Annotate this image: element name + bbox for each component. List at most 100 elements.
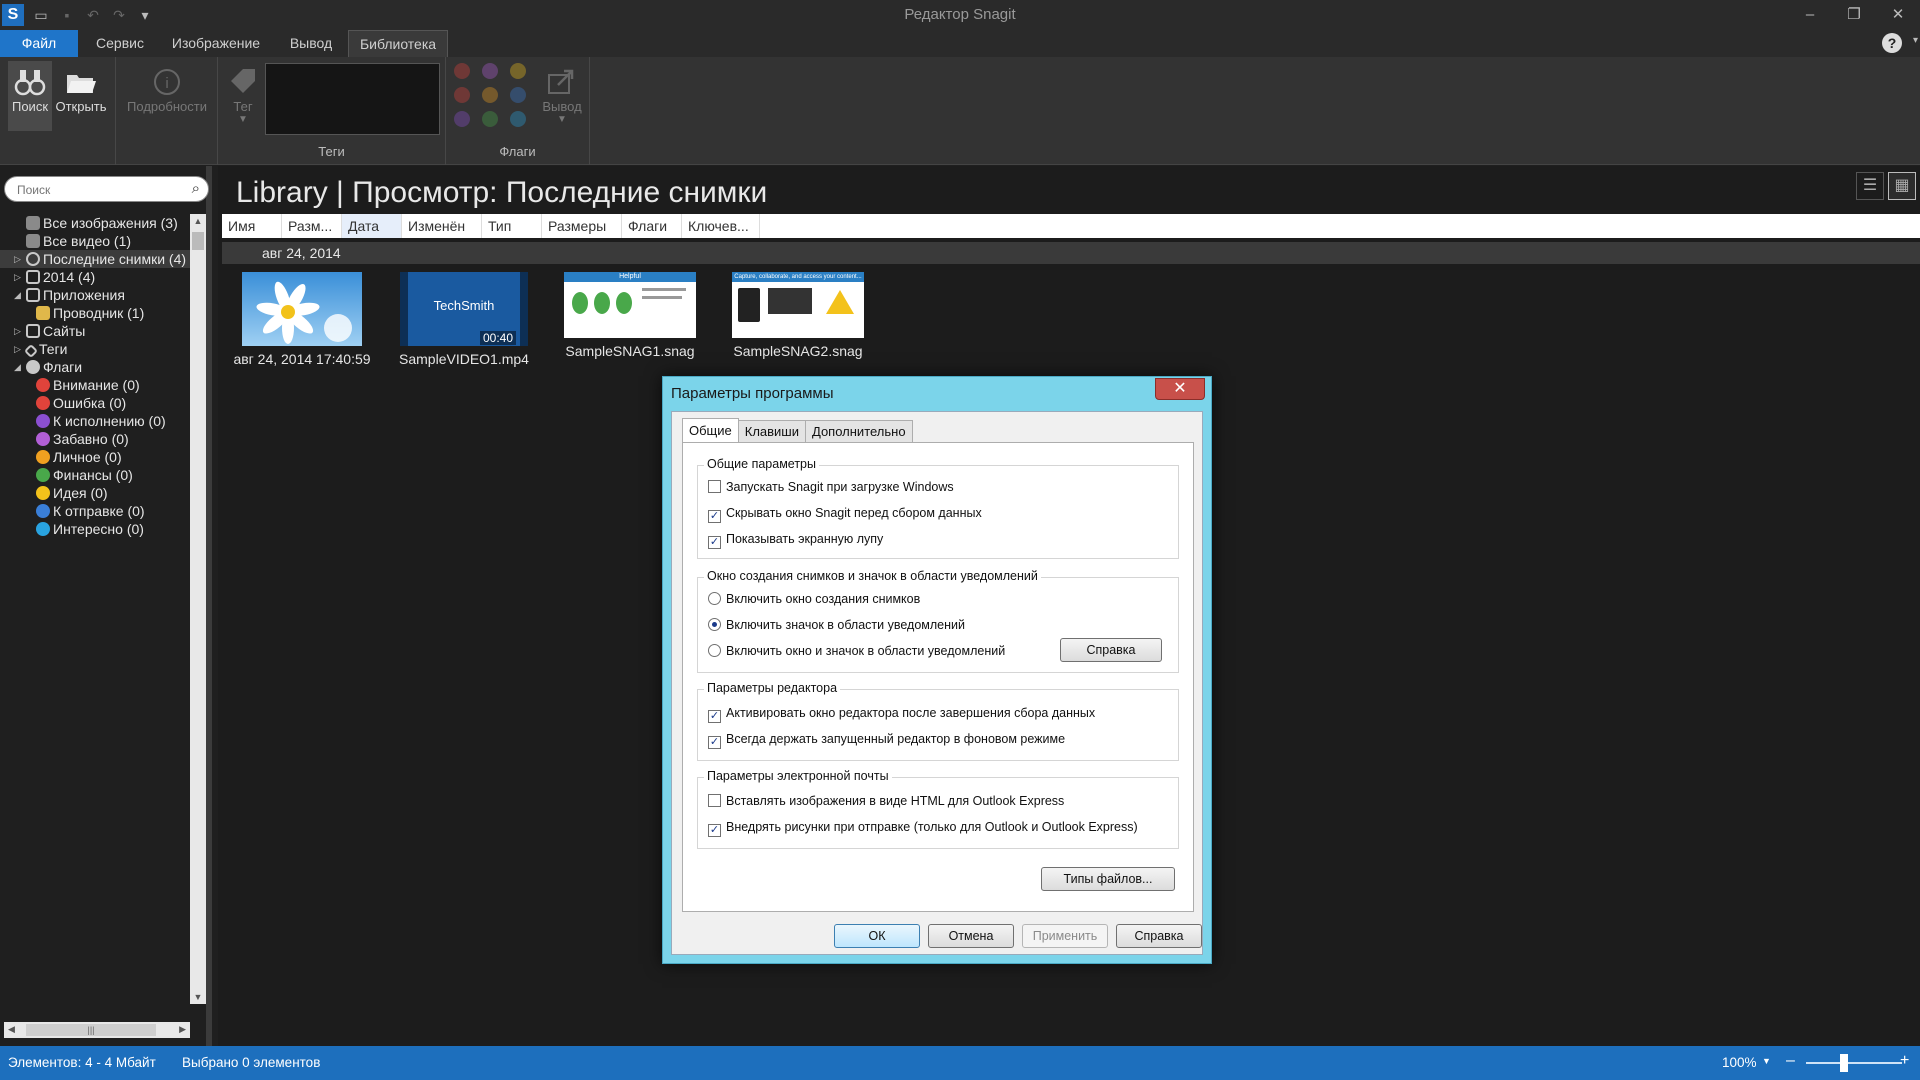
flag-send-icon[interactable] [510,87,526,103]
tab-file[interactable]: Файл [0,30,78,57]
checkbox-checked[interactable]: ✓ [708,824,721,837]
flag-error-icon[interactable] [454,87,470,103]
search-input[interactable] [17,181,177,199]
tree-item-flag-idea[interactable]: Идея (0) [0,484,190,502]
search-icon[interactable]: ⌕ [192,180,200,197]
column-flags[interactable]: Флаги [622,214,682,238]
grid-view-icon[interactable]: ▦ [1888,172,1916,200]
sidebar-vertical-scrollbar[interactable]: ▲ ▼ [190,214,206,1004]
thumbnail-item[interactable]: авг 24, 2014 17:40:59 [222,272,382,367]
zoom-out-icon[interactable]: – [1786,1052,1795,1070]
zoom-slider-track[interactable] [1806,1062,1902,1064]
chevron-down-icon[interactable]: ◢ [14,358,24,376]
zoom-level[interactable]: 100% [1722,1055,1757,1070]
scroll-right-icon[interactable]: ▶ [179,1024,186,1035]
tab-output[interactable]: Вывод [278,30,344,57]
option-window-and-tray[interactable]: Включить окно и значок в области уведомл… [708,644,1005,658]
cancel-button[interactable]: Отмена [928,924,1014,948]
tree-item-flag-attention[interactable]: Внимание (0) [0,376,190,394]
tab-general[interactable]: Общие [682,418,739,442]
tree-item-all-images[interactable]: Все изображения (3) [0,214,190,232]
option-keep-editor-running[interactable]: ✓ Всегда держать запущенный редактор в фо… [708,732,1065,749]
tree-item-all-videos[interactable]: Все видео (1) [0,232,190,250]
tree-item-applications[interactable]: ◢ Приложения [0,286,190,304]
date-group-header[interactable]: авг 24, 2014 [222,242,1920,264]
checkbox-checked[interactable]: ✓ [708,510,721,523]
column-modified[interactable]: Изменён [402,214,482,238]
column-size[interactable]: Разм... [282,214,342,238]
open-button[interactable]: Открыть [54,61,108,131]
thumbnail-item[interactable]: Capture, collaborate, and access your co… [718,272,878,359]
checkbox-unchecked[interactable] [708,480,721,493]
option-hide-window[interactable]: ✓ Скрывать окно Snagit перед сбором данны… [708,506,982,523]
option-tray-icon[interactable]: Включить значок в области уведомлений [708,618,965,632]
tag-button[interactable]: Тег ▼ [222,61,264,141]
tab-advanced[interactable]: Дополнительно [805,420,913,442]
restore-icon[interactable]: ❐ [1832,0,1876,30]
radio-button-selected[interactable] [708,618,721,631]
chevron-down-icon[interactable]: ▾ [1913,35,1918,46]
zoom-in-icon[interactable]: + [1900,1052,1909,1070]
column-date[interactable]: Дата [342,214,402,238]
scrollbar-thumb[interactable] [192,232,204,250]
tree-item-flag-funny[interactable]: Забавно (0) [0,430,190,448]
option-capture-window[interactable]: Включить окно создания снимков [708,592,920,606]
help-icon[interactable]: ? [1882,33,1902,53]
flag-attention-icon[interactable] [454,63,470,79]
tree-item-flag-error[interactable]: Ошибка (0) [0,394,190,412]
tree-item-flag-interesting[interactable]: Интересно (0) [0,520,190,538]
option-embed-images[interactable]: ✓ Внедрять рисунки при отправке (только д… [708,820,1138,837]
option-activate-editor[interactable]: ✓ Активировать окно редактора после завер… [708,706,1095,723]
chevron-right-icon[interactable]: ▷ [14,268,24,286]
column-keywords[interactable]: Ключев... [682,214,760,238]
flag-interesting-icon[interactable] [510,111,526,127]
tree-item-explorer[interactable]: Проводник (1) [0,304,190,322]
search-button[interactable]: Поиск [8,61,52,131]
scrollbar-thumb[interactable]: ||| [26,1024,156,1036]
tree-item-recent-captures[interactable]: ▷ Последние снимки (4) [0,250,190,268]
tree-item-flag-send[interactable]: К отправке (0) [0,502,190,520]
output-button[interactable]: Вывод ▼ [538,61,586,141]
thumbnail-item[interactable]: TechSmith 00:40 SampleVIDEO1.mp4 [384,272,544,367]
thumbnail-item[interactable]: Helpful SampleSNAG1.snag [550,272,710,359]
checkbox-checked[interactable]: ✓ [708,736,721,749]
column-name[interactable]: Имя [222,214,282,238]
apply-button[interactable]: Применить [1022,924,1108,948]
scroll-up-icon[interactable]: ▲ [190,216,206,226]
chevron-right-icon[interactable]: ▷ [14,250,24,268]
column-dimensions[interactable]: Размеры [542,214,622,238]
flag-finance-icon[interactable] [482,111,498,127]
ok-button[interactable]: ОК [834,924,920,948]
file-types-button[interactable]: Типы файлов... [1041,867,1175,891]
minimize-icon[interactable]: – [1788,0,1832,30]
close-icon[interactable]: ✕ [1155,378,1205,400]
tab-service[interactable]: Сервис [86,30,154,57]
option-show-magnifier[interactable]: ✓ Показывать экранную лупу [708,532,883,549]
checkbox-checked[interactable]: ✓ [708,710,721,723]
radio-button[interactable] [708,644,721,657]
details-button[interactable]: i Подробности [122,61,212,131]
tab-hotkeys[interactable]: Клавиши [737,420,806,442]
tree-item-sites[interactable]: ▷ Сайты [0,322,190,340]
close-icon[interactable]: ✕ [1876,0,1920,30]
flag-idea-icon[interactable] [510,63,526,79]
flag-todo-icon[interactable] [454,111,470,127]
zoom-slider-thumb[interactable] [1840,1054,1848,1072]
chevron-right-icon[interactable]: ▷ [14,322,24,340]
sidebar-horizontal-scrollbar[interactable]: ◀ ||| ▶ [4,1022,190,1038]
tree-item-flags[interactable]: ◢ Флаги [0,358,190,376]
tree-item-flag-todo[interactable]: К исполнению (0) [0,412,190,430]
flag-funny-icon[interactable] [482,63,498,79]
list-view-icon[interactable]: ☰ [1856,172,1884,200]
tab-image[interactable]: Изображение [164,30,268,57]
flag-personal-icon[interactable] [482,87,498,103]
scroll-left-icon[interactable]: ◀ [8,1024,15,1035]
tab-library[interactable]: Библиотека [348,30,448,57]
tree-item-year-2014[interactable]: ▷ 2014 (4) [0,268,190,286]
option-html-images[interactable]: Вставлять изображения в виде HTML для Ou… [708,794,1064,808]
tree-item-flag-finance[interactable]: Финансы (0) [0,466,190,484]
scroll-down-icon[interactable]: ▼ [190,992,206,1002]
chevron-down-icon[interactable]: ▼ [1762,1056,1771,1066]
radio-button[interactable] [708,592,721,605]
tree-item-flag-personal[interactable]: Личное (0) [0,448,190,466]
